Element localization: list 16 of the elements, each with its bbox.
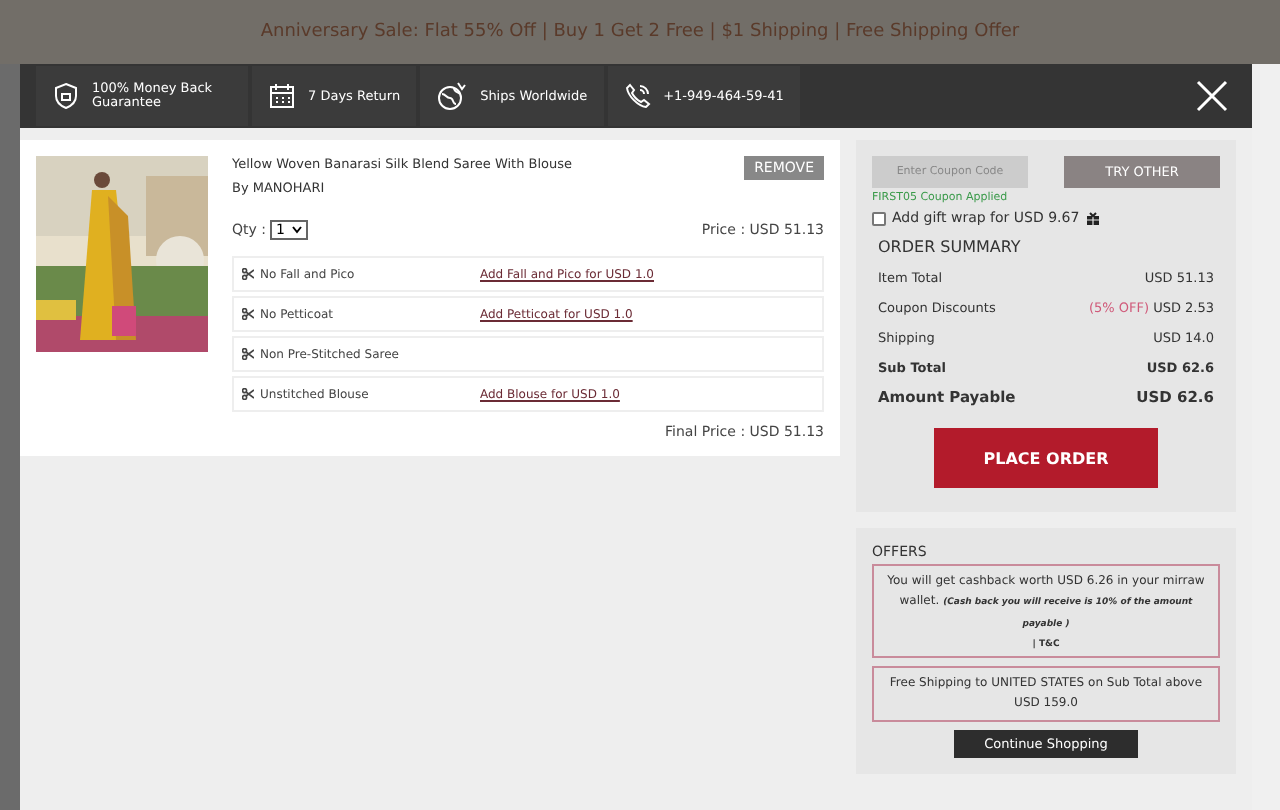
gift-wrap-checkbox[interactable]	[872, 211, 886, 225]
shield-icon	[52, 82, 80, 110]
place-order-button[interactable]: PLACE ORDER	[934, 428, 1158, 488]
scissors-icon	[242, 348, 254, 360]
caret-icon	[292, 226, 303, 234]
calendar-icon	[268, 82, 296, 110]
scissors-icon	[242, 308, 254, 320]
sale-banner-text: Anniversary Sale: Flat 55% Off | Buy 1 Get 2 Free | $1 Shipping | Free Shipping Offer	[260, 22, 1020, 42]
scrollbar[interactable]	[1252, 64, 1280, 810]
scissors-icon	[242, 388, 254, 400]
scissors-icon	[242, 268, 254, 280]
gift-icon	[1085, 211, 1100, 225]
close-button[interactable]	[1192, 76, 1232, 116]
summary-title: ORDER SUMMARY	[878, 238, 1023, 256]
phone-icon	[623, 82, 652, 110]
globe-icon	[436, 82, 469, 110]
